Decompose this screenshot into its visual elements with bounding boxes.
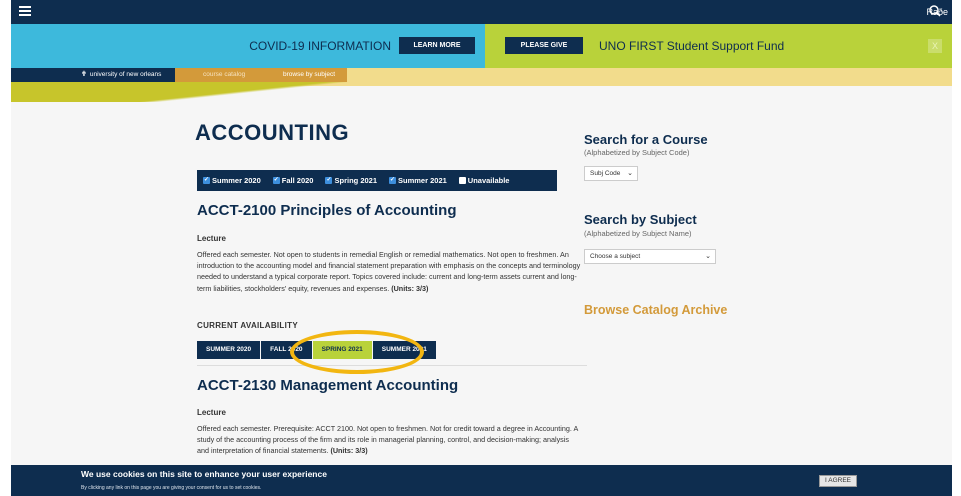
subject-value: Choose a subject: [590, 253, 641, 260]
term-filter-checkbox[interactable]: ✓ Spring 2021: [325, 176, 377, 185]
search-subject-subheading: (Alphabetized by Subject Name): [584, 229, 692, 238]
covid-banner: COVID-19 INFORMATION LEARN MORE PLEASE G…: [11, 24, 952, 68]
breadcrumb-home[interactable]: ✟ university of new orleans: [11, 68, 175, 82]
search-icon: [929, 5, 942, 17]
top-nav-bar: Raðe: [11, 0, 952, 24]
page-title: ACCOUNTING: [195, 120, 350, 145]
course-description: Offered each semester. Not open to stude…: [197, 249, 582, 294]
course-units: (Units: 3/3): [330, 446, 368, 456]
term-filter-label: Summer 2021: [398, 176, 447, 185]
menu-icon[interactable]: [19, 6, 31, 16]
checkbox-checked-icon: ✓: [272, 177, 280, 184]
course-description: Offered each semester. Prerequisite: ACC…: [197, 423, 582, 457]
term-filter-checkbox[interactable]: Unavailable: [458, 176, 510, 185]
course-title: ACCT-2100 Principles of Accounting: [197, 202, 457, 219]
checkbox-unchecked-icon: [458, 177, 466, 184]
highlight-annotation: [290, 330, 424, 374]
fleur-de-lis-icon: ✟: [81, 71, 87, 78]
search-toggle[interactable]: Raðe: [926, 4, 948, 20]
checkbox-checked-icon: ✓: [325, 177, 333, 184]
subject-code-value: Subj Code: [590, 170, 621, 177]
course-type: Lecture: [197, 234, 226, 243]
agree-button[interactable]: I AGREE: [819, 475, 857, 487]
please-give-button[interactable]: PLEASE GIVE: [505, 37, 583, 54]
term-filter-bar: ✓ Summer 2020 ✓ Fall 2020 ✓ Spring 2021 ✓ Summe…: [197, 170, 557, 191]
search-course-heading: Search for a Course: [584, 132, 708, 147]
decorative-stripe: [11, 82, 952, 102]
support-fund-text: UNO FIRST Student Support Fund: [599, 39, 785, 53]
cookie-subtext: By clicking any link on this page you ar…: [81, 485, 262, 491]
availability-label: CURRENT AVAILABILITY: [197, 321, 298, 330]
banner-close-button[interactable]: X: [928, 39, 942, 53]
chevron-down-icon: ⌄: [705, 253, 711, 260]
breadcrumb-course-catalog[interactable]: course catalog: [175, 68, 255, 82]
covid-info-text: COVID-19 INFORMATION: [249, 39, 391, 53]
breadcrumb-home-label: university of new orleans: [89, 71, 162, 78]
checkbox-checked-icon: ✓: [389, 177, 397, 184]
learn-more-button[interactable]: LEARN MORE: [399, 37, 475, 54]
term-filter-label: Unavailable: [467, 176, 510, 185]
subject-select[interactable]: Choose a subject ⌄: [584, 249, 716, 264]
term-filter-label: Fall 2020: [281, 176, 314, 185]
term-filter-label: Summer 2020: [212, 176, 261, 185]
course-units: (Units: 3/3): [391, 283, 429, 293]
breadcrumb-browse-by-subject[interactable]: browse by subject: [249, 68, 347, 82]
cookie-title: We use cookies on this site to enhance y…: [81, 469, 327, 479]
course-description-text: Offered each semester. Not open to stude…: [197, 250, 581, 293]
search-subject-heading: Search by Subject: [584, 212, 697, 227]
checkbox-checked-icon: ✓: [203, 177, 210, 184]
covid-info-panel: COVID-19 INFORMATION LEARN MORE: [11, 24, 485, 68]
chevron-down-icon: ⌄: [627, 170, 633, 177]
browser-viewport: Raðe COVID-19 INFORMATION LEARN MORE PLE…: [11, 0, 952, 496]
browse-catalog-archive-link[interactable]: Browse Catalog Archive: [584, 303, 727, 317]
term-filter-label: Spring 2021: [334, 176, 378, 185]
search-course-subheading: (Alphabetized by Subject Code): [584, 148, 690, 157]
term-filter-checkbox[interactable]: ✓ Summer 2020: [203, 176, 261, 185]
course-description-text: Offered each semester. Prerequisite: ACC…: [197, 424, 578, 456]
term-filter-checkbox[interactable]: ✓ Fall 2020: [272, 176, 314, 185]
term-filter-checkbox[interactable]: ✓ Summer 2021: [389, 176, 447, 185]
support-fund-panel: PLEASE GIVE UNO FIRST Student Support Fu…: [485, 24, 952, 68]
cookie-consent-bar: We use cookies on this site to enhance y…: [11, 465, 952, 496]
course-title: ACCT-2130 Management Accounting: [197, 377, 459, 394]
availability-term-chip[interactable]: SUMMER 2020: [197, 341, 261, 359]
course-type: Lecture: [197, 408, 226, 417]
subject-code-select[interactable]: Subj Code ⌄: [584, 166, 638, 181]
